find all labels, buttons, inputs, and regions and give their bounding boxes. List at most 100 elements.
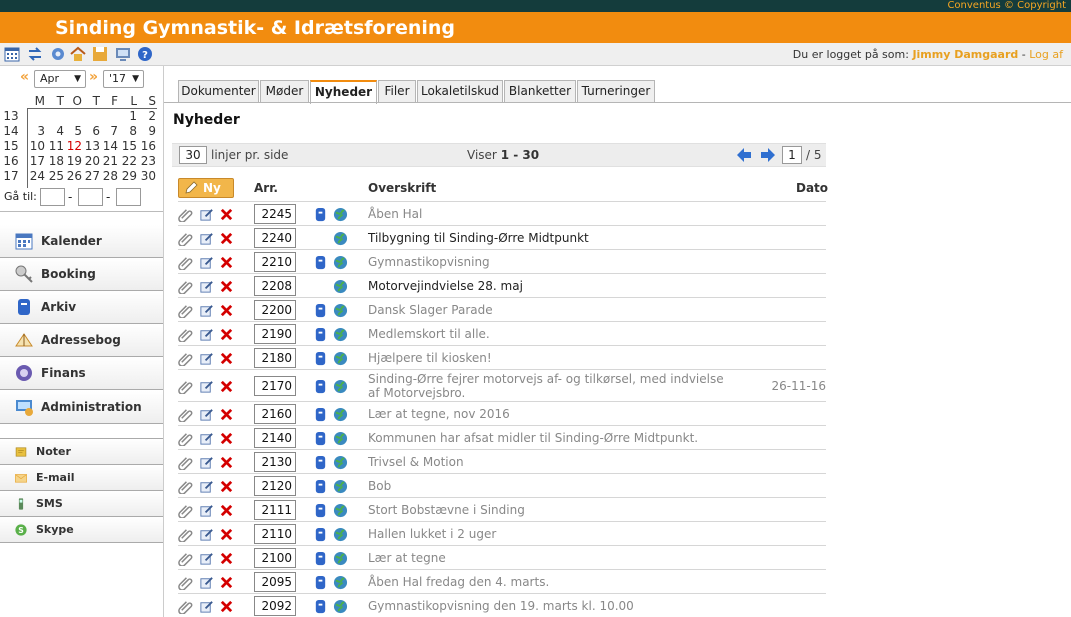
page-number-input[interactable]: 1: [782, 146, 802, 164]
edit-icon[interactable]: [199, 231, 214, 246]
news-title-link[interactable]: Tilbygning til Sinding-Ørre Midtpunkt: [368, 231, 728, 245]
news-title-link[interactable]: Trivsel & Motion: [368, 455, 728, 469]
order-input[interactable]: 2210: [254, 252, 296, 272]
paperclip-icon[interactable]: [178, 255, 193, 270]
calendar-icon[interactable]: [4, 46, 20, 62]
delete-icon[interactable]: [219, 479, 234, 494]
goto-year-input[interactable]: [116, 188, 141, 206]
calendar-day[interactable]: 6: [83, 124, 100, 139]
archive-icon[interactable]: [313, 303, 328, 318]
news-title-link[interactable]: Åben Hal fredag den 4. marts.: [368, 575, 728, 589]
calendar-day[interactable]: 1: [120, 109, 137, 124]
paperclip-icon[interactable]: [178, 351, 193, 366]
calendar-day[interactable]: 22: [120, 154, 137, 169]
globe-icon[interactable]: [333, 455, 348, 470]
tab-filer[interactable]: Filer: [378, 80, 416, 103]
tab-dokumenter[interactable]: Dokumenter: [178, 80, 259, 103]
paperclip-icon[interactable]: [178, 303, 193, 318]
globe-icon[interactable]: [333, 327, 348, 342]
edit-icon[interactable]: [199, 303, 214, 318]
delete-icon[interactable]: [219, 303, 234, 318]
edit-icon[interactable]: [199, 503, 214, 518]
globe-icon[interactable]: [333, 379, 348, 394]
edit-icon[interactable]: [199, 207, 214, 222]
calendar-day[interactable]: 20: [83, 154, 100, 169]
delete-icon[interactable]: [219, 431, 234, 446]
monitor-icon[interactable]: [115, 46, 131, 62]
edit-icon[interactable]: [199, 431, 214, 446]
calendar-day[interactable]: 2: [139, 109, 156, 124]
archive-icon[interactable]: [313, 207, 328, 222]
order-input[interactable]: 2111: [254, 500, 296, 520]
news-title-link[interactable]: Åben Hal: [368, 207, 728, 221]
sidebar-tool-noter[interactable]: Noter: [0, 439, 163, 465]
globe-icon[interactable]: [333, 207, 348, 222]
paperclip-icon[interactable]: [178, 455, 193, 470]
calendar-day[interactable]: 4: [47, 124, 64, 139]
globe-icon[interactable]: [333, 351, 348, 366]
news-title-link[interactable]: Hallen lukket i 2 uger: [368, 527, 728, 541]
order-input[interactable]: 2110: [254, 524, 296, 544]
order-input[interactable]: 2140: [254, 428, 296, 448]
calendar-day[interactable]: 8: [120, 124, 137, 139]
news-title-link[interactable]: Lær at tegne, nov 2016: [368, 407, 728, 421]
paperclip-icon[interactable]: [178, 279, 193, 294]
calendar-day[interactable]: 10: [28, 139, 45, 154]
delete-icon[interactable]: [219, 255, 234, 270]
sidebar-tool-skype[interactable]: S Skype: [0, 517, 163, 543]
globe-icon[interactable]: [333, 255, 348, 270]
delete-icon[interactable]: [219, 207, 234, 222]
edit-icon[interactable]: [199, 551, 214, 566]
edit-icon[interactable]: [199, 351, 214, 366]
column-header-date[interactable]: Dato: [796, 181, 828, 195]
current-user-link[interactable]: Jimmy Damgaard: [912, 48, 1018, 61]
edit-icon[interactable]: [199, 479, 214, 494]
globe-icon[interactable]: [333, 231, 348, 246]
calendar-day[interactable]: 29: [120, 169, 137, 184]
edit-icon[interactable]: [199, 599, 214, 614]
month-select[interactable]: Apr ▼: [34, 70, 86, 88]
sidebar-item-adressebog[interactable]: Adressebog: [0, 324, 163, 357]
delete-icon[interactable]: [219, 551, 234, 566]
globe-icon[interactable]: [333, 551, 348, 566]
delete-icon[interactable]: [219, 327, 234, 342]
delete-icon[interactable]: [219, 279, 234, 294]
save-icon[interactable]: [92, 46, 108, 62]
sidebar-tool-sms[interactable]: SMS: [0, 491, 163, 517]
archive-icon[interactable]: [313, 327, 328, 342]
paperclip-icon[interactable]: [178, 327, 193, 342]
delete-icon[interactable]: [219, 231, 234, 246]
order-input[interactable]: 2095: [254, 572, 296, 592]
paperclip-icon[interactable]: [178, 231, 193, 246]
calendar-day[interactable]: 7: [101, 124, 118, 139]
column-header-arr[interactable]: Arr.: [254, 181, 278, 195]
column-header-title[interactable]: Overskrift: [368, 181, 436, 195]
prev-month-button[interactable]: «: [20, 69, 29, 85]
goto-day-input[interactable]: [40, 188, 65, 206]
calendar-day[interactable]: 11: [47, 139, 64, 154]
delete-icon[interactable]: [219, 599, 234, 614]
globe-icon[interactable]: [333, 279, 348, 294]
edit-icon[interactable]: [199, 527, 214, 542]
delete-icon[interactable]: [219, 527, 234, 542]
calendar-day[interactable]: 21: [101, 154, 118, 169]
calendar-day[interactable]: 13: [83, 139, 100, 154]
paperclip-icon[interactable]: [178, 207, 193, 222]
delete-icon[interactable]: [219, 575, 234, 590]
order-input[interactable]: 2208: [254, 276, 296, 296]
paperclip-icon[interactable]: [178, 551, 193, 566]
next-page-icon[interactable]: [760, 147, 776, 163]
calendar-day[interactable]: 25: [47, 169, 64, 184]
edit-icon[interactable]: [199, 279, 214, 294]
news-title-link[interactable]: Kommunen har afsat midler til Sinding-Ør…: [368, 431, 728, 445]
order-input[interactable]: 2190: [254, 324, 296, 344]
calendar-day[interactable]: 9: [139, 124, 156, 139]
next-month-button[interactable]: »: [89, 69, 98, 85]
paperclip-icon[interactable]: [178, 379, 193, 394]
archive-icon[interactable]: [313, 455, 328, 470]
delete-icon[interactable]: [219, 503, 234, 518]
week-number[interactable]: 14: [0, 124, 22, 138]
calendar-day[interactable]: 23: [139, 154, 156, 169]
news-title-link[interactable]: Gymnastikopvisning: [368, 255, 728, 269]
order-input[interactable]: 2170: [254, 376, 296, 396]
